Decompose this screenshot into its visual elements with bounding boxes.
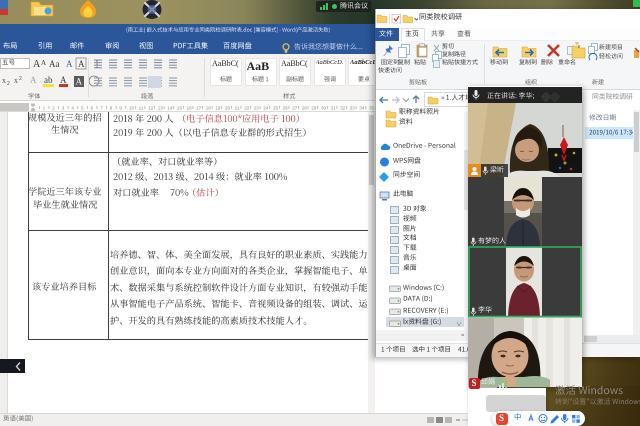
svg-text:12: 12 [148, 105, 154, 110]
svg-text:1: 1 [43, 105, 46, 110]
svg-text:Aa: Aa [49, 59, 60, 69]
svg-text:10: 10 [129, 105, 135, 110]
svg-text:24: 24 [263, 105, 269, 110]
svg-text:11: 11 [139, 105, 144, 110]
svg-text:26: 26 [283, 105, 289, 110]
svg-text:23: 23 [254, 105, 260, 110]
svg-text:25: 25 [273, 105, 279, 110]
svg-text:x: x [14, 76, 18, 85]
svg-text:18: 18 [206, 105, 212, 110]
svg-text:19: 19 [215, 105, 221, 110]
svg-text:17: 17 [196, 105, 202, 110]
svg-text:29: 29 [311, 105, 317, 110]
svg-text:30: 30 [321, 105, 327, 110]
svg-text:9: 9 [119, 105, 122, 110]
svg-text:22: 22 [244, 105, 250, 110]
svg-text:7: 7 [100, 105, 103, 110]
svg-text:21: 21 [235, 105, 241, 110]
svg-text:x: x [2, 76, 6, 85]
svg-text:31: 31 [331, 105, 337, 110]
svg-text:A: A [78, 59, 85, 69]
svg-text:35: 35 [369, 105, 375, 110]
svg-text:14: 14 [167, 105, 173, 110]
svg-text:13: 13 [158, 105, 164, 110]
svg-text:16: 16 [187, 105, 193, 110]
svg-text:34: 34 [359, 105, 365, 110]
svg-text:2: 2 [19, 76, 22, 82]
svg-text:A: A [76, 77, 83, 87]
svg-text:8: 8 [110, 105, 113, 110]
svg-text:ab: ab [44, 75, 53, 85]
svg-text:A: A [66, 59, 73, 69]
svg-text:5: 5 [81, 105, 84, 110]
svg-text:15: 15 [177, 105, 183, 110]
svg-text:A: A [60, 75, 67, 85]
svg-text:A: A [41, 59, 46, 67]
svg-text:6: 6 [91, 105, 94, 110]
svg-text:A: A [30, 75, 37, 85]
svg-text:28: 28 [302, 105, 308, 110]
svg-text:32: 32 [340, 105, 346, 110]
svg-text:4: 4 [71, 105, 74, 110]
svg-text:2: 2 [7, 81, 10, 87]
svg-text:20: 20 [225, 105, 231, 110]
svg-text:A: A [33, 59, 41, 70]
svg-text:27: 27 [292, 105, 298, 110]
svg-text:33: 33 [350, 105, 356, 110]
svg-text:3: 3 [62, 105, 65, 110]
svg-text:2: 2 [52, 105, 55, 110]
